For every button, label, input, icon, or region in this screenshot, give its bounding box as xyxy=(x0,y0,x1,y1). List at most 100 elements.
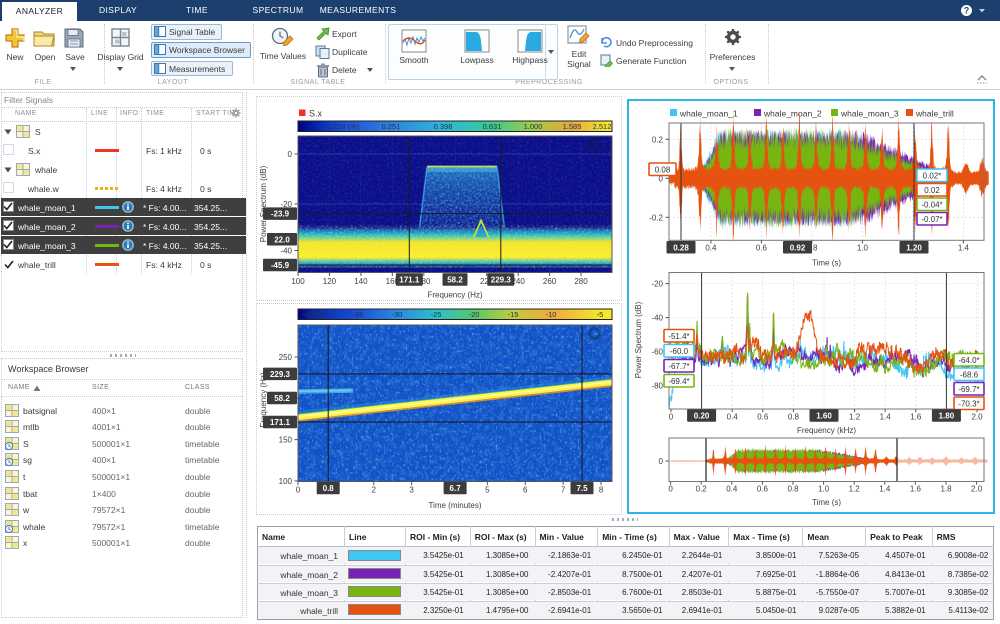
svg-text:S.x: S.x xyxy=(309,109,323,119)
svg-text:-35: -35 xyxy=(353,310,364,319)
svg-text:0.2: 0.2 xyxy=(696,485,708,494)
svg-text:0.02: 0.02 xyxy=(924,186,940,195)
svg-text:229.3: 229.3 xyxy=(491,276,512,285)
svg-text:171.1: 171.1 xyxy=(270,418,291,427)
svg-text:5: 5 xyxy=(485,486,490,495)
svg-text:0: 0 xyxy=(296,486,301,495)
svg-text:0.6: 0.6 xyxy=(757,413,769,422)
svg-text:0.20: 0.20 xyxy=(694,412,710,421)
svg-text:1.4: 1.4 xyxy=(958,244,970,253)
svg-text:-30: -30 xyxy=(392,310,403,319)
svg-text:0.4: 0.4 xyxy=(727,413,739,422)
svg-text:0.8: 0.8 xyxy=(323,484,335,493)
svg-text:229.3: 229.3 xyxy=(270,370,291,379)
svg-text:2.512: 2.512 xyxy=(593,122,612,131)
svg-text:58.2: 58.2 xyxy=(447,276,463,285)
svg-text:-10: -10 xyxy=(546,310,557,319)
svg-text:100: 100 xyxy=(291,277,305,286)
svg-text:250: 250 xyxy=(279,353,293,362)
svg-text:1.6: 1.6 xyxy=(910,485,922,494)
svg-text:-80: -80 xyxy=(651,382,663,391)
svg-text:0: 0 xyxy=(669,413,674,422)
svg-text:?: ? xyxy=(964,6,970,16)
svg-text:0: 0 xyxy=(288,150,293,159)
svg-text:150: 150 xyxy=(279,436,293,445)
svg-text:1.0: 1.0 xyxy=(857,244,869,253)
svg-text:1.2: 1.2 xyxy=(849,485,861,494)
svg-text:Time (s): Time (s) xyxy=(812,259,841,268)
svg-text:-60: -60 xyxy=(651,348,663,357)
svg-text:0.158 (%): 0.158 (%) xyxy=(327,122,360,131)
svg-text:-68.6: -68.6 xyxy=(960,370,979,379)
svg-text:-40: -40 xyxy=(280,247,292,256)
svg-text:1.8: 1.8 xyxy=(940,485,952,494)
svg-text:Frequency (kHz): Frequency (kHz) xyxy=(797,426,856,435)
svg-text:0.251: 0.251 xyxy=(382,122,401,131)
svg-text:-23.9: -23.9 xyxy=(271,210,290,219)
svg-text:1.0: 1.0 xyxy=(818,485,830,494)
svg-text:whale_moan_1: whale_moan_1 xyxy=(679,109,738,119)
svg-text:-64.0*: -64.0* xyxy=(958,356,979,365)
svg-text:-69.4*: -69.4* xyxy=(668,377,689,386)
svg-text:-67.7*: -67.7* xyxy=(668,362,689,371)
svg-text:2: 2 xyxy=(372,486,377,495)
svg-text:-70.3*: -70.3* xyxy=(958,399,979,408)
svg-text:0.6: 0.6 xyxy=(757,485,769,494)
svg-text:0: 0 xyxy=(659,457,664,466)
svg-text:0.6: 0.6 xyxy=(756,244,768,253)
svg-text:260: 260 xyxy=(543,277,557,286)
svg-text:-0.2: -0.2 xyxy=(649,213,663,222)
svg-text:22.0: 22.0 xyxy=(274,235,290,244)
svg-text:Power Spectrum (dB): Power Spectrum (dB) xyxy=(634,301,643,378)
svg-text:Time (minutes): Time (minutes) xyxy=(428,501,481,510)
svg-text:0.08: 0.08 xyxy=(655,165,671,174)
svg-text:whale_moan_3: whale_moan_3 xyxy=(840,109,899,119)
svg-text:0.28: 0.28 xyxy=(673,243,689,252)
svg-text:3: 3 xyxy=(409,486,414,495)
svg-text:0.4: 0.4 xyxy=(705,244,717,253)
svg-text:0.4: 0.4 xyxy=(726,485,738,494)
svg-text:7.5: 7.5 xyxy=(576,484,588,493)
svg-text:1.585: 1.585 xyxy=(563,122,582,131)
svg-text:Frequency (Hz): Frequency (Hz) xyxy=(427,291,482,300)
svg-text:0.398: 0.398 xyxy=(434,122,453,131)
svg-text:2.0: 2.0 xyxy=(971,485,983,494)
svg-text:1.2: 1.2 xyxy=(849,413,861,422)
svg-text:171.1: 171.1 xyxy=(399,276,420,285)
svg-text:7: 7 xyxy=(561,486,566,495)
svg-text:-20: -20 xyxy=(651,280,663,289)
svg-text:0.8: 0.8 xyxy=(788,413,800,422)
svg-text:-20: -20 xyxy=(469,310,480,319)
svg-text:6.7: 6.7 xyxy=(450,484,462,493)
svg-text:58.2: 58.2 xyxy=(274,394,290,403)
svg-text:120: 120 xyxy=(323,277,337,286)
svg-text:-25: -25 xyxy=(431,310,442,319)
svg-text:-69.7*: -69.7* xyxy=(958,385,979,394)
svg-text:1.4: 1.4 xyxy=(879,485,891,494)
svg-text:-51.4*: -51.4* xyxy=(668,332,689,341)
svg-text:2.0: 2.0 xyxy=(971,413,983,422)
svg-text:Power Spectrum (dB): Power Spectrum (dB) xyxy=(259,165,268,242)
svg-text:0.8: 0.8 xyxy=(787,485,799,494)
svg-text:1.80: 1.80 xyxy=(939,412,955,421)
svg-text:Time (s): Time (s) xyxy=(812,498,841,507)
svg-text:-5: -5 xyxy=(597,310,604,319)
svg-text:-40: -40 xyxy=(651,314,663,323)
svg-text:-60.0: -60.0 xyxy=(670,347,689,356)
svg-text:1.000: 1.000 xyxy=(524,122,543,131)
svg-text:280: 280 xyxy=(574,277,588,286)
svg-text:1.6: 1.6 xyxy=(910,413,922,422)
svg-text:0.2: 0.2 xyxy=(652,135,664,144)
svg-text:-15: -15 xyxy=(508,310,519,319)
svg-text:0.02*: 0.02* xyxy=(923,171,942,180)
svg-text:whale_moan_2: whale_moan_2 xyxy=(763,109,822,119)
svg-text:0: 0 xyxy=(668,485,673,494)
svg-text:-0.07*: -0.07* xyxy=(921,215,942,224)
svg-text:-40 dB: -40 dB xyxy=(302,310,324,319)
svg-text:0.631: 0.631 xyxy=(483,122,502,131)
svg-text:-0.04*: -0.04* xyxy=(921,200,942,209)
svg-text:8: 8 xyxy=(599,486,604,495)
svg-text:1.4: 1.4 xyxy=(880,413,892,422)
svg-text:100: 100 xyxy=(279,477,293,486)
svg-text:1.60: 1.60 xyxy=(816,412,832,421)
